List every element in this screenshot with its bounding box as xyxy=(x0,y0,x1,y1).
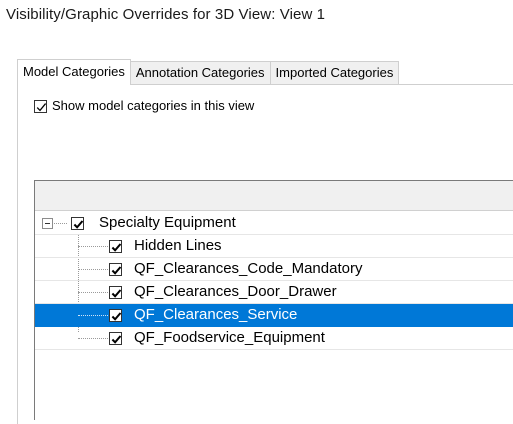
tree-connector xyxy=(54,223,67,224)
clearances-service-checkbox[interactable] xyxy=(109,309,122,322)
tab-model-categories[interactable]: Model Categories xyxy=(17,59,131,85)
tree-connector xyxy=(78,315,108,316)
check-icon xyxy=(111,243,122,252)
check-icon xyxy=(111,289,122,298)
foodservice-equipment-checkbox[interactable] xyxy=(109,332,122,345)
check-icon xyxy=(36,103,47,112)
tree-connector xyxy=(78,269,108,270)
tree-label: QF_Clearances_Door_Drawer xyxy=(134,283,337,300)
category-tree-grid: Specialty Equipment Hidden Lines QF_Clea… xyxy=(34,180,513,420)
tree-label: Hidden Lines xyxy=(134,237,222,254)
tree-label: QF_Foodservice_Equipment xyxy=(134,329,325,346)
specialty-equipment-checkbox[interactable] xyxy=(71,217,84,230)
check-icon xyxy=(73,220,84,229)
tree-row-specialty-equipment[interactable]: Specialty Equipment xyxy=(35,212,513,235)
tab-annotation-categories[interactable]: Annotation Categories xyxy=(130,61,271,84)
tab-imported-categories[interactable]: Imported Categories xyxy=(270,61,400,84)
tree-label: Specialty Equipment xyxy=(99,214,236,231)
tree-connector xyxy=(78,292,108,293)
tree-connector xyxy=(78,246,108,247)
tree-label: QF_Clearances_Service xyxy=(134,306,298,323)
tree-row-foodservice-equipment[interactable]: QF_Foodservice_Equipment xyxy=(35,327,513,350)
tree-label: QF_Clearances_Code_Mandatory xyxy=(134,260,363,277)
tree-row-hidden-lines[interactable]: Hidden Lines xyxy=(35,235,513,258)
grid-header xyxy=(35,181,513,211)
show-categories-label: Show model categories in this view xyxy=(52,98,255,113)
clearances-door-drawer-checkbox[interactable] xyxy=(109,286,122,299)
check-icon xyxy=(111,335,122,344)
collapse-icon[interactable] xyxy=(42,218,53,229)
show-categories-checkbox[interactable] xyxy=(34,100,47,113)
check-icon xyxy=(111,312,122,321)
clearances-code-mandatory-checkbox[interactable] xyxy=(109,263,122,276)
tab-bar: Model Categories Annotation Categories I… xyxy=(17,59,400,85)
hidden-lines-checkbox[interactable] xyxy=(109,240,122,253)
tree-connector xyxy=(78,338,108,339)
tree-row-clearances-service[interactable]: QF_Clearances_Service xyxy=(35,304,513,327)
tree-row-clearances-door-drawer[interactable]: QF_Clearances_Door_Drawer xyxy=(35,281,513,304)
tree-row-clearances-code-mandatory[interactable]: QF_Clearances_Code_Mandatory xyxy=(35,258,513,281)
dialog-title: Visibility/Graphic Overrides for 3D View… xyxy=(6,6,326,23)
check-icon xyxy=(111,266,122,275)
